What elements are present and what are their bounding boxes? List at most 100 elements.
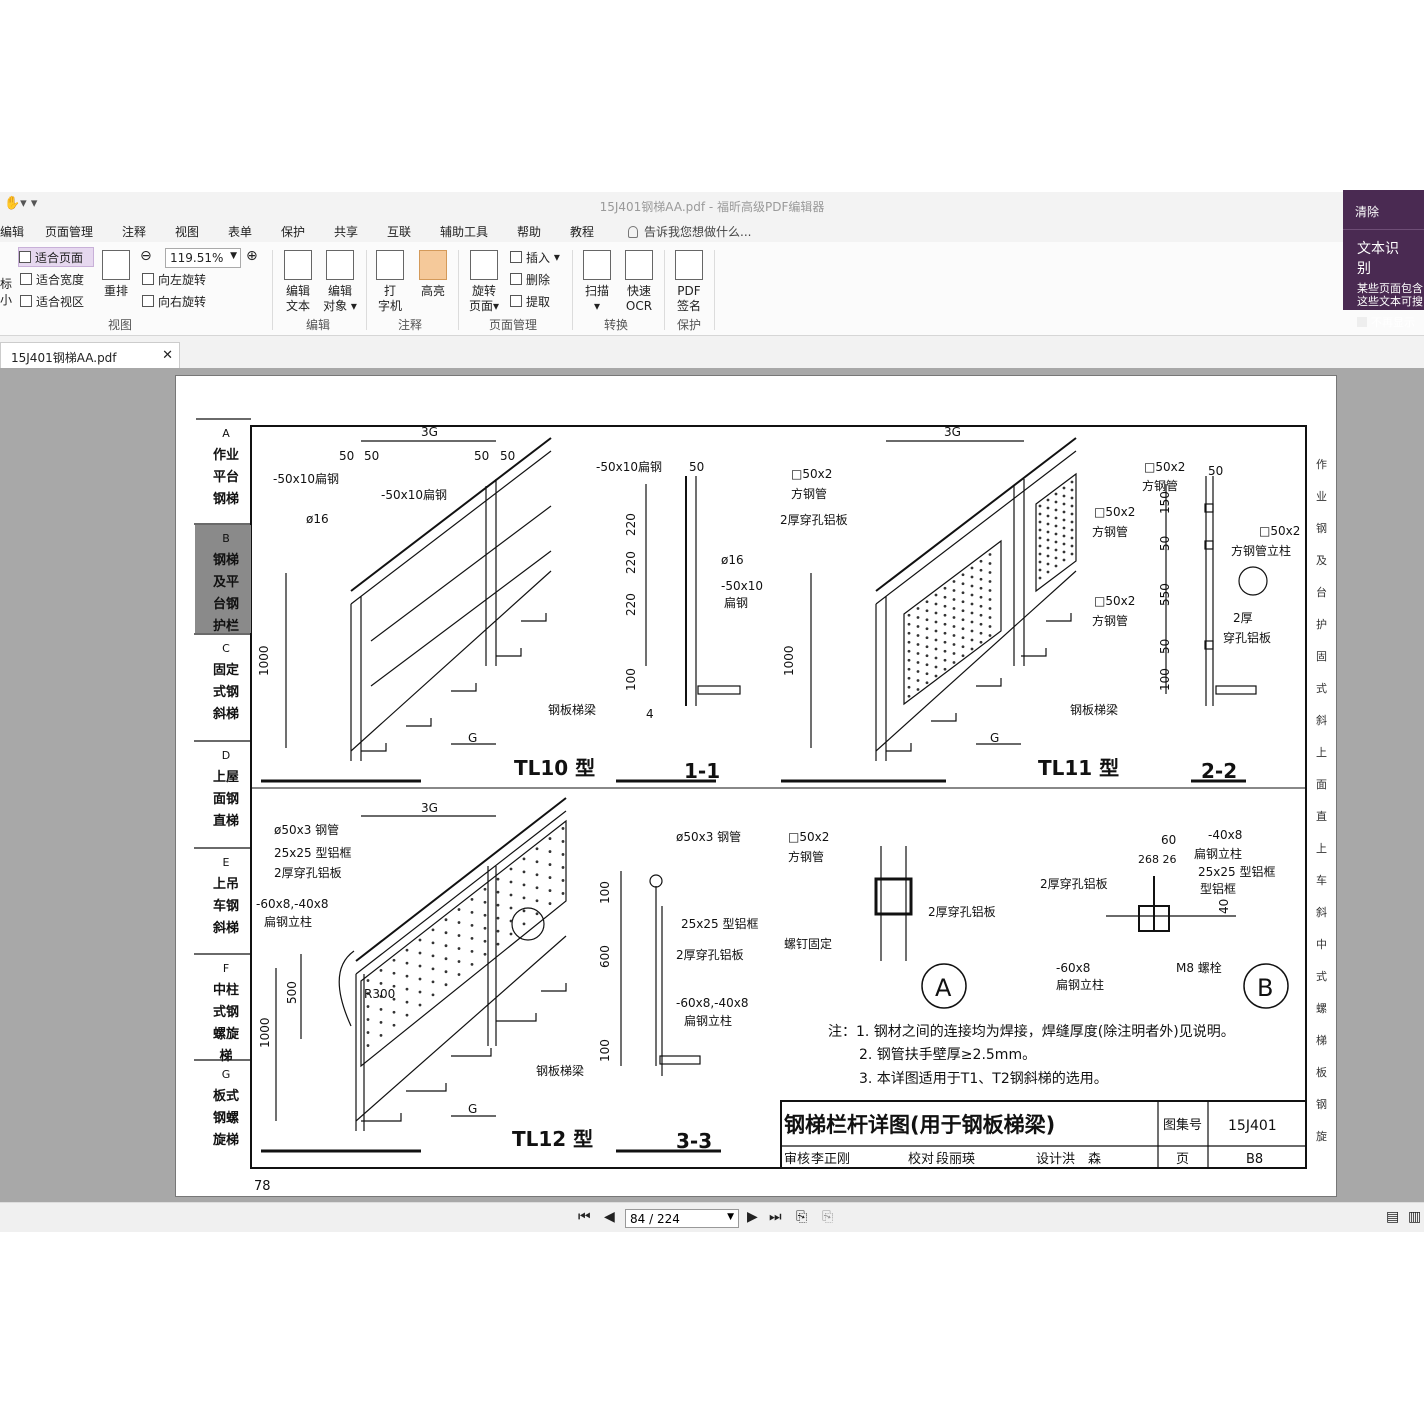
perforation-dot [961,627,965,631]
label-stair-beam: 钢板梯梁 [536,1063,584,1078]
typewriter-button[interactable]: 打 字机 [374,250,406,314]
menu-share[interactable]: 共享 [334,223,358,240]
perforation-dot [925,654,929,658]
rotate-right-button[interactable]: 向右旋转 [142,291,206,311]
previous-view-icon[interactable]: ⎘ [796,1209,807,1225]
menu-connect[interactable]: 互联 [387,223,411,240]
tell-me-search[interactable]: 告诉我您想做什么... [628,223,751,240]
right-index: 作业钢及台护固式斜上面直上车斜中式螺梯板钢旋 [1316,458,1327,1143]
menu-accessibility[interactable]: 辅助工具 [440,223,488,240]
menu-help[interactable]: 帮助 [517,223,541,240]
zoom-out-icon[interactable]: ⊖ [140,248,152,264]
perforation-dot [925,663,929,667]
chevron-down-icon: ▼ [727,1212,734,1222]
label-perforated-plate: 2厚穿孔铝板 [676,947,744,962]
clear-button[interactable]: 清除 [1343,190,1424,230]
side-index-label: 中柱 [213,982,239,998]
perforation-dot [934,647,938,651]
fit-visible-label: 适合视区 [36,294,85,309]
side-index-label: 上吊 [213,877,239,892]
label-dim-50: 50 [474,449,489,463]
perforation-dot [1038,552,1042,556]
dont-show-checkbox[interactable]: 不再显示 [1343,308,1424,336]
edit-object-label-2-text: 对象 [323,299,348,313]
fit-page-button[interactable]: 适合页面 [18,247,94,267]
document-viewer[interactable]: A 作业 平台 钢梯 B 钢梯 及平 台钢 护栏 C 固定 式钢 斜梯 D 上屋 面钢 直梯 E 上吊 车钢 斜梯 F 中柱… [0,368,1424,1202]
perforated-panel [1035,472,1077,593]
label-flat-post: 扁钢立柱 [264,914,312,929]
perforation-dot [1054,524,1058,528]
lightbulb-icon [628,226,638,238]
perforation-dot [405,987,409,991]
fit-visible-button[interactable]: 适合视区 [20,291,84,311]
menu-edit[interactable]: 编辑 [0,223,24,240]
pdf-sign-button[interactable]: PDF 签名 [672,250,706,314]
extract-page-button[interactable]: 提取 [510,291,550,311]
delete-page-button[interactable]: 删除 [510,269,550,289]
right-index-char: 钢 [1316,522,1327,535]
menu-protect[interactable]: 保护 [281,223,305,240]
perforation-dot [1062,510,1066,514]
label-perforated-a: 2厚 [1233,611,1253,625]
label-flat-post: 扁钢立柱 [684,1013,732,1028]
edit-object-button[interactable]: 编辑 对象 ▾ [320,250,360,314]
checker-name: 段丽瑛 [936,1152,975,1167]
side-index-label: 平台 [213,469,239,485]
perforation-dot [970,602,974,606]
single-page-icon[interactable]: ▤ [1386,1209,1399,1225]
scan-button[interactable]: 扫描 ▾ [580,250,614,314]
perforation-dot [1070,488,1074,492]
menu-tutorial[interactable]: 教程 [570,223,594,240]
edit-text-button[interactable]: 编辑 文本 [282,250,314,314]
ribbon-toolbar: 标 小 适合页面 适合宽度 适合视区 重排 ⊖ 119.51% ▼ ⊕ 向左旋转 … [0,242,1424,336]
menu-form[interactable]: 表单 [228,223,252,240]
menu-page-management[interactable]: 页面管理 [45,223,93,240]
perforation-dot [561,853,565,856]
menu-view[interactable]: 视图 [175,223,199,240]
perforation-dot [1038,528,1042,532]
perforation-dot [934,656,938,660]
next-view-icon[interactable]: ⎘ [822,1209,833,1225]
rotate-left-button[interactable]: 向左旋转 [142,269,206,289]
reflow-button[interactable]: 重排 [100,250,132,299]
right-index-char: 护 [1316,617,1327,631]
previous-page-icon[interactable]: ◀ [604,1209,615,1225]
title-bar: ✋▾ ▾ 15J401钢梯AA.pdf - 福昕高级PDF编辑器 [0,192,1424,218]
perforation-dot [522,896,526,900]
cut-off-button[interactable]: 标 小 [0,248,12,308]
document-tab[interactable]: 15J401钢梯AA.pdf ✕ [0,342,180,368]
page-number-input[interactable]: 84 / 224 ▼ [625,1209,739,1228]
first-page-icon[interactable]: ⏮ [578,1209,591,1225]
handrail-line [355,810,567,975]
zoom-in-icon[interactable]: ⊕ [246,248,258,264]
side-index-label: 螺旋 [213,1026,240,1042]
section-beam [1215,685,1257,695]
typewriter-icon [376,250,404,280]
perforation-dot [548,837,552,840]
document-tab-bar: 15J401钢梯AA.pdf ✕ [0,336,1424,368]
perforation-dot [1062,526,1066,530]
label-square-tube-size: □50x2 [1144,460,1185,474]
fit-width-button[interactable]: 适合宽度 [20,269,84,289]
insert-page-label: 插入 [526,250,551,265]
label-flat-post: 扁钢立柱 [1056,977,1104,992]
label-frame: 型铝框 [1200,881,1236,896]
rotate-page-button[interactable]: 旋转 页面▾ [466,250,502,314]
zoom-input[interactable]: 119.51% ▼ [165,248,241,268]
perforation-dot [509,893,513,897]
insert-page-button[interactable]: 插入 ▾ [510,247,560,267]
close-icon[interactable]: ✕ [162,348,173,363]
highlight-button[interactable]: 高亮 [416,250,450,299]
perforation-dot [970,629,974,633]
next-page-icon[interactable]: ▶ [747,1209,758,1225]
typewriter-label-1: 打 [383,284,396,298]
perforation-dot [943,586,947,590]
last-page-icon[interactable]: ⏭ [769,1209,782,1225]
menu-comment[interactable]: 注释 [122,223,146,240]
side-index-label: 梯 [219,1048,232,1064]
stair-line [875,570,1077,752]
continuous-page-icon[interactable]: ▥ [1408,1209,1421,1225]
quick-ocr-button[interactable]: 快速 OCR [622,250,656,314]
perforation-dot [988,562,992,565]
perforation-dot [457,908,461,911]
